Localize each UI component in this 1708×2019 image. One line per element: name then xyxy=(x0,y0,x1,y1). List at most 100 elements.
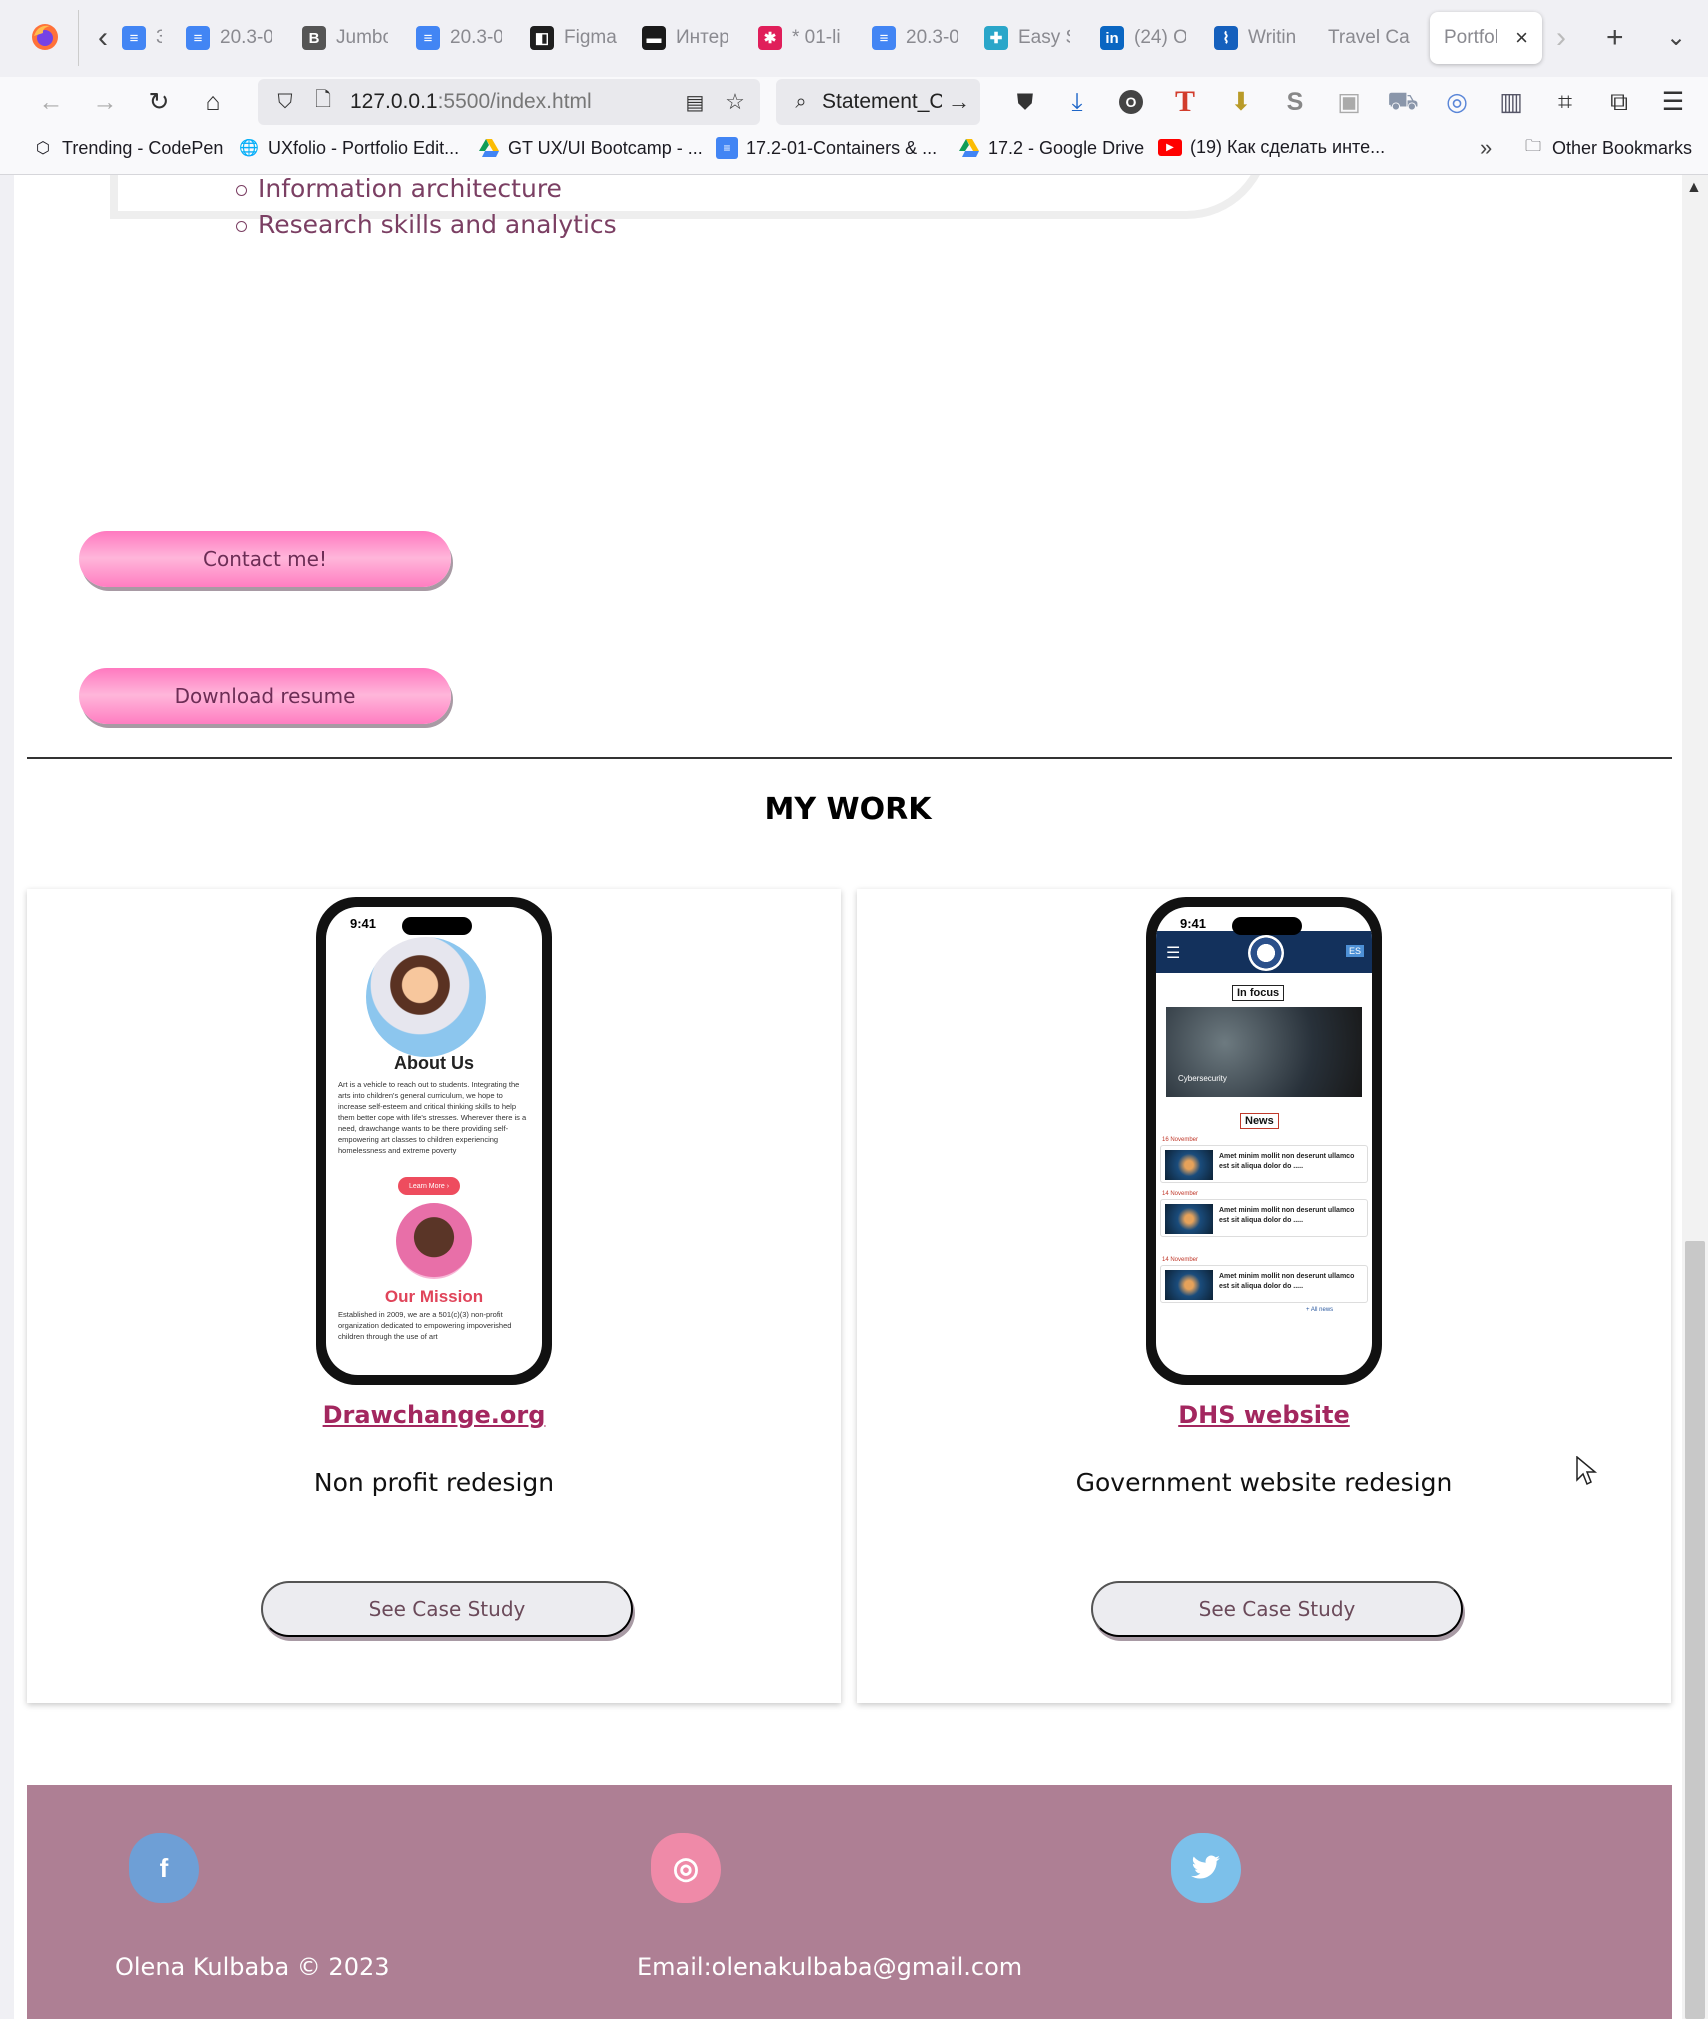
bookmark-other[interactable]: 🗀 Other Bookmarks xyxy=(1522,137,1692,159)
puzzle-icon: ✚ xyxy=(984,26,1008,50)
bookmark-label: Other Bookmarks xyxy=(1552,137,1693,158)
url-path: :5500/index.html xyxy=(437,90,592,113)
tab-12[interactable]: Portfoli × xyxy=(1430,12,1542,64)
tab-10[interactable]: ⌇ Writin xyxy=(1214,12,1300,64)
shield-icon[interactable]: ⛉ xyxy=(266,83,304,121)
footer-copyright: Olena Kulbaba © 2023 xyxy=(115,1953,390,1981)
bookmark-gt-bootcamp[interactable]: GT UX/UI Bootcamp - ... xyxy=(478,137,703,159)
news-text: Amet minim mollit non deserunt ullamco e… xyxy=(1219,1153,1355,1170)
mock-learn-more: Learn More › xyxy=(398,1177,460,1195)
project-link[interactable]: Drawchange.org xyxy=(27,1401,841,1429)
project-description: Government website redesign xyxy=(1075,1468,1453,1497)
bookmark-label: 17.2-01-Containers & ... xyxy=(746,137,938,158)
tab-6[interactable]: ✱ * 01-li xyxy=(758,12,844,64)
url-bar[interactable]: ⛉ 🗋 127.0.0.1:5500/index.html ▤ ☆ xyxy=(258,79,760,125)
twitter-icon[interactable] xyxy=(1171,1833,1241,1903)
extension-o-icon[interactable]: O xyxy=(1112,83,1150,121)
mock-language: ES xyxy=(1345,945,1364,957)
tab-2[interactable]: B Jumbo xyxy=(302,12,388,64)
close-tab-icon[interactable]: × xyxy=(1515,25,1528,51)
tab-4[interactable]: ◧ Figma xyxy=(530,12,626,64)
project-link[interactable]: DHS website xyxy=(857,1401,1671,1429)
new-tab-icon[interactable]: + xyxy=(1606,20,1624,56)
mock-focus-label: In focus xyxy=(1232,985,1285,1001)
tab-8[interactable]: ✚ Easy S xyxy=(984,12,1070,64)
search-input[interactable]: Statement_C xyxy=(822,90,942,114)
mock-hero-caption: Cybersecurity xyxy=(1178,1074,1227,1083)
folder-icon: 🗀 xyxy=(1524,137,1541,155)
navigation-toolbar: ← → ↻ ⌂ ⛉ 🗋 127.0.0.1:5500/index.html ▤ … xyxy=(0,77,1708,127)
tab-9[interactable]: in (24) O xyxy=(1100,12,1186,64)
bookmark-containers[interactable]: ≡ 17.2-01-Containers & ... xyxy=(716,137,937,159)
menu-hamburger-icon[interactable]: ☰ xyxy=(1654,83,1692,121)
pocket-icon[interactable]: ⛊ xyxy=(1006,83,1044,121)
reader-view-icon[interactable]: ▤ xyxy=(676,83,714,121)
see-case-study-button[interactable]: See Case Study xyxy=(261,1581,633,1637)
extension-toolbox-icon[interactable]: ⛟ xyxy=(1384,83,1422,121)
reload-icon[interactable]: ↻ xyxy=(140,83,178,121)
scroll-up-icon[interactable]: ▲ xyxy=(1686,179,1702,197)
news-text: Amet minim mollit non deserunt ullamco e… xyxy=(1219,1207,1355,1224)
downloads-icon[interactable]: ⤓ xyxy=(1058,83,1096,121)
tab-scroll-right-icon[interactable]: › xyxy=(1556,20,1566,56)
mock-news-label: News xyxy=(1240,1113,1279,1129)
mock-text-2: Established in 2009, we are a 501(c)(3) … xyxy=(338,1310,512,1341)
list-tabs-icon[interactable]: ⌄ xyxy=(1666,20,1686,56)
footer-email[interactable]: Email:olenakulbaba@gmail.com xyxy=(637,1953,1022,1981)
drive-icon xyxy=(478,137,500,159)
news-thumbnail xyxy=(1165,1204,1213,1234)
status-time: 9:41 xyxy=(350,916,377,931)
back-icon[interactable]: ← xyxy=(32,83,70,121)
bookmark-uxfolio[interactable]: 🌐 UXfolio - Portfolio Edit... xyxy=(238,137,459,159)
bookmark-label: UXfolio - Portfolio Edit... xyxy=(268,137,460,158)
extension-k-icon[interactable]: ▣ xyxy=(1330,83,1368,121)
dynamic-island xyxy=(402,917,472,935)
extensions-puzzle-icon[interactable]: ⧉ xyxy=(1600,83,1638,121)
facebook-icon[interactable]: f xyxy=(129,1833,199,1903)
extension-s-icon[interactable]: S xyxy=(1276,83,1314,121)
docs-icon: ≡ xyxy=(716,137,738,159)
home-icon[interactable]: ⌂ xyxy=(194,83,232,121)
download-resume-button[interactable]: Download resume xyxy=(79,668,451,724)
extension-book-icon[interactable]: ▥ xyxy=(1492,83,1530,121)
video-icon: ▬ xyxy=(642,26,666,50)
crop-icon[interactable]: ⌗ xyxy=(1546,83,1584,121)
bookmark-google-drive[interactable]: 17.2 - Google Drive xyxy=(958,137,1144,159)
bookmarks-overflow-icon[interactable]: » xyxy=(1480,135,1492,161)
my-work-heading: MY WORK xyxy=(764,792,932,827)
page-icon[interactable]: 🗋 xyxy=(304,83,342,121)
bookmark-star-icon[interactable]: ☆ xyxy=(716,83,754,121)
page-viewport: Information architecture Research skills… xyxy=(14,175,1682,2019)
tab-1[interactable]: ≡ 20.3-0 xyxy=(186,12,272,64)
bookmark-codepen[interactable]: ⬡ Trending - CodePen xyxy=(32,137,223,159)
bookmark-label: 17.2 - Google Drive xyxy=(988,137,1145,158)
go-arrow-icon[interactable]: → xyxy=(940,83,978,121)
tab-0[interactable]: ≡ 3 - xyxy=(122,12,162,64)
bookmark-label: Trending - CodePen xyxy=(62,137,224,158)
search-icon: ⌕ xyxy=(795,90,807,113)
tab-11[interactable]: Travel Cal xyxy=(1328,12,1410,64)
instagram-icon[interactable]: ◎ xyxy=(651,1833,721,1903)
extension-circle-icon[interactable]: ◎ xyxy=(1438,83,1476,121)
tab-5[interactable]: ▬ Интер xyxy=(642,12,728,64)
url-text[interactable]: 127.0.0.1:5500/index.html xyxy=(350,90,592,114)
mock-date: 14 November xyxy=(1162,1257,1199,1263)
skill-item: Information architecture xyxy=(236,175,617,207)
tab-7[interactable]: ≡ 20.3-0 xyxy=(872,12,958,64)
project-description: Non profit redesign xyxy=(313,1468,555,1497)
forward-icon[interactable]: → xyxy=(86,83,124,121)
drive-icon xyxy=(958,137,980,159)
search-bar[interactable]: ⌕ Statement_C → xyxy=(776,79,980,125)
see-case-study-button[interactable]: See Case Study xyxy=(1091,1581,1463,1637)
bookmark-youtube[interactable]: ▶ (19) Как сделать инте... xyxy=(1158,137,1385,158)
contact-me-button[interactable]: Contact me! xyxy=(79,531,451,587)
firefox-icon[interactable] xyxy=(30,22,60,61)
page-scrollbar[interactable]: ▲ xyxy=(1682,175,1708,2019)
extension-t-icon[interactable]: T xyxy=(1166,83,1204,121)
tab-3[interactable]: ≡ 20.3-0 xyxy=(416,12,502,64)
extension-download-icon[interactable]: ⬇ xyxy=(1222,83,1260,121)
tab-scroll-left-icon[interactable]: ‹ xyxy=(98,20,108,56)
dynamic-island xyxy=(1232,917,1302,935)
tab-title: 20.3-0 xyxy=(906,27,958,48)
scrollbar-thumb[interactable] xyxy=(1685,1241,1705,2019)
